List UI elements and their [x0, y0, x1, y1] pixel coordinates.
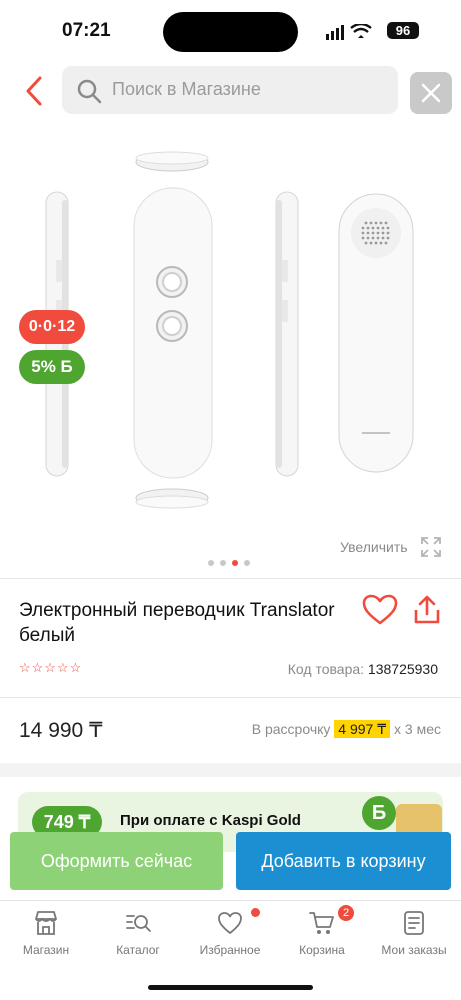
- cart-count-badge: 2: [338, 905, 354, 921]
- product-code-value: 138725930: [367, 661, 438, 677]
- home-indicator: [148, 985, 313, 990]
- gallery-pagination: [208, 553, 256, 571]
- page-dot: [208, 560, 214, 566]
- catalog-search-icon: [126, 915, 151, 932]
- promo-text: При оплате с Kaspi Gold: [120, 812, 301, 829]
- page-dot: [244, 560, 250, 566]
- back-arrow-icon[interactable]: [20, 74, 50, 108]
- share-icon[interactable]: [412, 594, 442, 626]
- product-code-label: Код товара:: [287, 661, 365, 677]
- store-icon: [35, 911, 57, 935]
- tab-label: Каталог: [116, 943, 160, 957]
- product-title: Электронный переводчик Translator белый: [19, 600, 335, 646]
- battery-indicator: 96: [387, 22, 419, 39]
- rating-stars[interactable]: ☆☆☆☆☆: [19, 660, 82, 676]
- tab-store[interactable]: Магазин: [0, 909, 92, 957]
- status-time: 07:21: [62, 20, 111, 41]
- installment-info: В рассрочку 4 997 ₸ х 3 мес: [251, 720, 441, 738]
- divider: [0, 697, 461, 698]
- installment-amount: 4 997 ₸: [334, 720, 391, 738]
- signal-wifi-icon: [326, 24, 372, 40]
- search-icon: [77, 79, 102, 104]
- close-icon: [421, 83, 441, 103]
- tab-cart[interactable]: 2 Корзина: [276, 905, 368, 957]
- bonus-coin-icon: Б: [362, 796, 396, 830]
- clear-search-button[interactable]: [410, 72, 452, 114]
- section-gap: [0, 763, 461, 777]
- tab-orders[interactable]: Мои заказы: [368, 909, 460, 957]
- bonus-badge: 5% Б: [19, 350, 85, 384]
- tab-favorites[interactable]: Избранное: [184, 908, 276, 957]
- heart-icon: [218, 912, 242, 934]
- divider: [0, 578, 461, 579]
- search-placeholder: Поиск в Магазине: [112, 79, 261, 99]
- search-field[interactable]: Поиск в Магазине: [62, 66, 398, 114]
- dynamic-island: [163, 12, 298, 52]
- tab-label: Корзина: [299, 943, 345, 957]
- notification-dot: [251, 908, 260, 917]
- zoom-link[interactable]: Увеличить: [340, 539, 408, 555]
- product-price: 14 990 ₸: [19, 719, 103, 742]
- page-dot-active: [232, 560, 238, 566]
- tab-label: Магазин: [22, 943, 70, 957]
- favorite-heart-icon[interactable]: [362, 594, 398, 626]
- add-to-cart-button[interactable]: Добавить в корзину: [236, 832, 451, 890]
- checkout-now-button[interactable]: Оформить сейчас: [10, 832, 223, 890]
- installment-label: В рассрочку: [251, 721, 331, 737]
- installment-badge: 0·0·12: [19, 310, 85, 344]
- expand-icon[interactable]: [419, 535, 443, 559]
- installment-term: х 3 мес: [394, 721, 441, 737]
- cart-icon: [309, 912, 334, 934]
- page-dot: [220, 560, 226, 566]
- tab-label: Мои заказы: [381, 943, 447, 957]
- tab-label: Избранное: [199, 943, 261, 957]
- tab-catalog[interactable]: Каталог: [92, 909, 184, 957]
- product-code: Код товара: 138725930: [288, 661, 438, 677]
- orders-icon: [404, 911, 424, 935]
